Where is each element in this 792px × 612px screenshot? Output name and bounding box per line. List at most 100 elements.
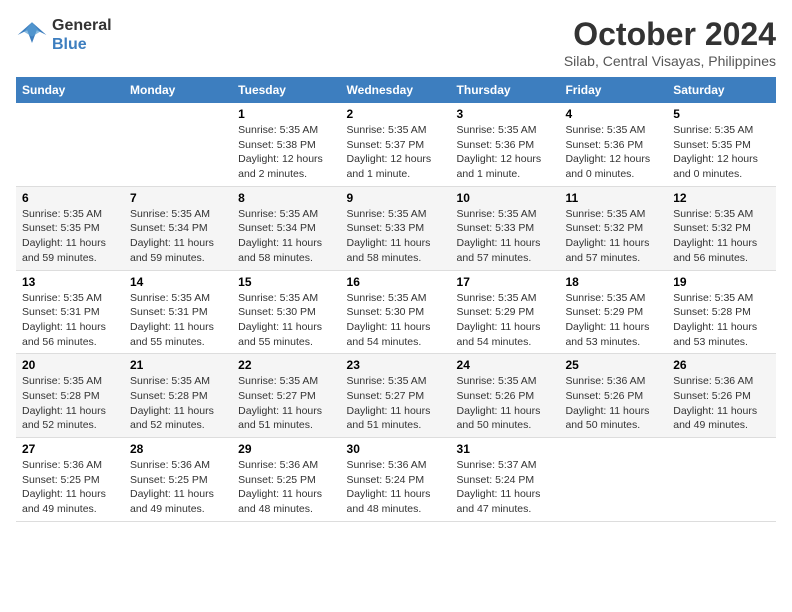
day-number: 6 — [22, 191, 118, 205]
day-info: Sunrise: 5:35 AMSunset: 5:38 PMDaylight:… — [238, 123, 334, 182]
day-number: 21 — [130, 358, 226, 372]
day-number: 9 — [347, 191, 445, 205]
weekday-header: Tuesday — [232, 77, 340, 103]
day-number: 30 — [347, 442, 445, 456]
calendar-cell: 18 Sunrise: 5:35 AMSunset: 5:29 PMDayligh… — [559, 270, 667, 354]
location: Silab, Central Visayas, Philippines — [564, 53, 776, 69]
calendar-cell: 23 Sunrise: 5:35 AMSunset: 5:27 PMDayligh… — [341, 354, 451, 438]
day-number: 29 — [238, 442, 334, 456]
day-info: Sunrise: 5:35 AMSunset: 5:27 PMDaylight:… — [347, 374, 445, 433]
day-info: Sunrise: 5:36 AMSunset: 5:25 PMDaylight:… — [238, 458, 334, 517]
day-number: 15 — [238, 275, 334, 289]
day-number: 18 — [565, 275, 661, 289]
day-info: Sunrise: 5:35 AMSunset: 5:29 PMDaylight:… — [457, 291, 554, 350]
day-info: Sunrise: 5:35 AMSunset: 5:28 PMDaylight:… — [130, 374, 226, 433]
day-number: 23 — [347, 358, 445, 372]
month-title: October 2024 — [564, 16, 776, 53]
calendar-cell: 31 Sunrise: 5:37 AMSunset: 5:24 PMDayligh… — [451, 438, 560, 522]
day-number: 27 — [22, 442, 118, 456]
day-info: Sunrise: 5:35 AMSunset: 5:36 PMDaylight:… — [457, 123, 554, 182]
calendar-cell — [559, 438, 667, 522]
calendar-cell — [667, 438, 776, 522]
day-info: Sunrise: 5:35 AMSunset: 5:26 PMDaylight:… — [457, 374, 554, 433]
logo-icon — [16, 19, 48, 51]
day-number: 19 — [673, 275, 770, 289]
day-number: 28 — [130, 442, 226, 456]
page-header: General Blue October 2024 Silab, Central… — [16, 16, 776, 69]
calendar-cell: 10Sunrise: 5:35 AMSunset: 5:33 PMDayligh… — [451, 186, 560, 270]
weekday-header-row: SundayMondayTuesdayWednesdayThursdayFrid… — [16, 77, 776, 103]
calendar-cell: 29 Sunrise: 5:36 AMSunset: 5:25 PMDayligh… — [232, 438, 340, 522]
calendar-cell: 13 Sunrise: 5:35 AMSunset: 5:31 PMDayligh… — [16, 270, 124, 354]
day-number: 20 — [22, 358, 118, 372]
weekday-header: Thursday — [451, 77, 560, 103]
day-number: 1 — [238, 107, 334, 121]
day-info: Sunrise: 5:36 AMSunset: 5:24 PMDaylight:… — [347, 458, 445, 517]
calendar-cell: 22Sunrise: 5:35 AMSunset: 5:27 PMDayligh… — [232, 354, 340, 438]
calendar-cell: 5 Sunrise: 5:35 AMSunset: 5:35 PMDaylight… — [667, 103, 776, 186]
day-info: Sunrise: 5:35 AMSunset: 5:37 PMDaylight:… — [347, 123, 445, 182]
calendar-cell: 8Sunrise: 5:35 AMSunset: 5:34 PMDaylight… — [232, 186, 340, 270]
calendar-cell: 26 Sunrise: 5:36 AMSunset: 5:26 PMDayligh… — [667, 354, 776, 438]
day-number: 26 — [673, 358, 770, 372]
calendar-cell: 15 Sunrise: 5:35 AMSunset: 5:30 PMDayligh… — [232, 270, 340, 354]
day-number: 3 — [457, 107, 554, 121]
day-number: 13 — [22, 275, 118, 289]
calendar-week-row: 27 Sunrise: 5:36 AMSunset: 5:25 PMDayligh… — [16, 438, 776, 522]
day-number: 24 — [457, 358, 554, 372]
calendar-cell — [124, 103, 232, 186]
day-info: Sunrise: 5:35 AMSunset: 5:31 PMDaylight:… — [22, 291, 118, 350]
logo: General Blue — [16, 16, 112, 54]
day-number: 5 — [673, 107, 770, 121]
day-info: Sunrise: 5:35 AMSunset: 5:33 PMDaylight:… — [347, 207, 445, 266]
day-info: Sunrise: 5:35 AMSunset: 5:31 PMDaylight:… — [130, 291, 226, 350]
day-number: 11 — [565, 191, 661, 205]
weekday-header: Monday — [124, 77, 232, 103]
day-info: Sunrise: 5:35 AMSunset: 5:28 PMDaylight:… — [22, 374, 118, 433]
day-info: Sunrise: 5:35 AMSunset: 5:29 PMDaylight:… — [565, 291, 661, 350]
day-number: 4 — [565, 107, 661, 121]
calendar-week-row: 20 Sunrise: 5:35 AMSunset: 5:28 PMDayligh… — [16, 354, 776, 438]
calendar-cell: 9 Sunrise: 5:35 AMSunset: 5:33 PMDaylight… — [341, 186, 451, 270]
day-number: 7 — [130, 191, 226, 205]
calendar-cell: 7 Sunrise: 5:35 AMSunset: 5:34 PMDaylight… — [124, 186, 232, 270]
day-info: Sunrise: 5:36 AMSunset: 5:25 PMDaylight:… — [130, 458, 226, 517]
calendar-cell: 17 Sunrise: 5:35 AMSunset: 5:29 PMDayligh… — [451, 270, 560, 354]
weekday-header: Saturday — [667, 77, 776, 103]
calendar-week-row: 1 Sunrise: 5:35 AMSunset: 5:38 PMDaylight… — [16, 103, 776, 186]
day-info: Sunrise: 5:35 AMSunset: 5:32 PMDaylight:… — [673, 207, 770, 266]
day-info: Sunrise: 5:36 AMSunset: 5:26 PMDaylight:… — [565, 374, 661, 433]
day-number: 22 — [238, 358, 334, 372]
calendar-cell: 4 Sunrise: 5:35 AMSunset: 5:36 PMDaylight… — [559, 103, 667, 186]
day-info: Sunrise: 5:36 AMSunset: 5:26 PMDaylight:… — [673, 374, 770, 433]
day-number: 17 — [457, 275, 554, 289]
day-info: Sunrise: 5:35 AMSunset: 5:35 PMDaylight:… — [22, 207, 118, 266]
calendar-cell: 20 Sunrise: 5:35 AMSunset: 5:28 PMDayligh… — [16, 354, 124, 438]
day-info: Sunrise: 5:35 AMSunset: 5:28 PMDaylight:… — [673, 291, 770, 350]
day-info: Sunrise: 5:35 AMSunset: 5:36 PMDaylight:… — [565, 123, 661, 182]
day-number: 25 — [565, 358, 661, 372]
calendar-cell: 21 Sunrise: 5:35 AMSunset: 5:28 PMDayligh… — [124, 354, 232, 438]
calendar-cell: 2Sunrise: 5:35 AMSunset: 5:37 PMDaylight… — [341, 103, 451, 186]
day-info: Sunrise: 5:35 AMSunset: 5:33 PMDaylight:… — [457, 207, 554, 266]
title-block: October 2024 Silab, Central Visayas, Phi… — [564, 16, 776, 69]
day-info: Sunrise: 5:35 AMSunset: 5:34 PMDaylight:… — [130, 207, 226, 266]
calendar-table: SundayMondayTuesdayWednesdayThursdayFrid… — [16, 77, 776, 522]
calendar-week-row: 13 Sunrise: 5:35 AMSunset: 5:31 PMDayligh… — [16, 270, 776, 354]
weekday-header: Sunday — [16, 77, 124, 103]
calendar-cell: 27 Sunrise: 5:36 AMSunset: 5:25 PMDayligh… — [16, 438, 124, 522]
day-info: Sunrise: 5:35 AMSunset: 5:35 PMDaylight:… — [673, 123, 770, 182]
calendar-cell: 6 Sunrise: 5:35 AMSunset: 5:35 PMDaylight… — [16, 186, 124, 270]
calendar-cell: 25 Sunrise: 5:36 AMSunset: 5:26 PMDayligh… — [559, 354, 667, 438]
day-info: Sunrise: 5:35 AMSunset: 5:30 PMDaylight:… — [238, 291, 334, 350]
day-info: Sunrise: 5:36 AMSunset: 5:25 PMDaylight:… — [22, 458, 118, 517]
day-number: 16 — [347, 275, 445, 289]
calendar-cell: 28 Sunrise: 5:36 AMSunset: 5:25 PMDayligh… — [124, 438, 232, 522]
calendar-cell: 11Sunrise: 5:35 AMSunset: 5:32 PMDayligh… — [559, 186, 667, 270]
weekday-header: Friday — [559, 77, 667, 103]
day-info: Sunrise: 5:37 AMSunset: 5:24 PMDaylight:… — [457, 458, 554, 517]
day-number: 31 — [457, 442, 554, 456]
day-number: 12 — [673, 191, 770, 205]
calendar-cell — [16, 103, 124, 186]
calendar-cell: 3 Sunrise: 5:35 AMSunset: 5:36 PMDaylight… — [451, 103, 560, 186]
